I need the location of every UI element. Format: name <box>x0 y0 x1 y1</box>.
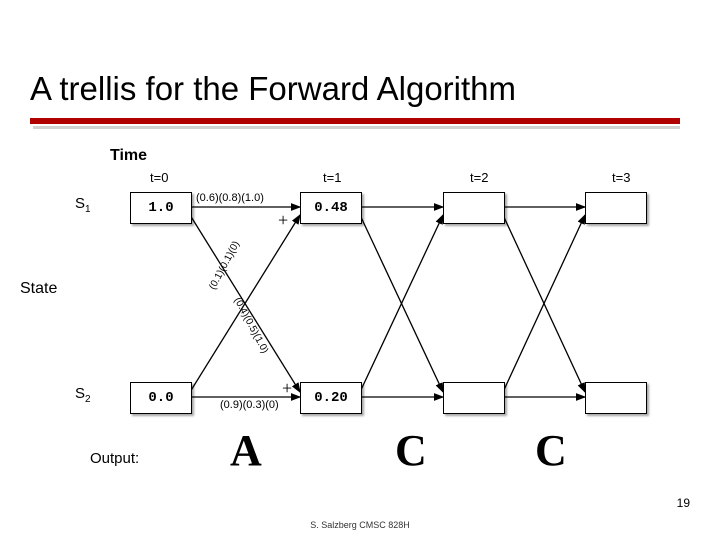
edge-label-s2-s1: (0.1)(0.1)(0) <box>207 239 242 291</box>
edge-label-s1-s1: (0.6)(0.8)(1.0) <box>196 192 264 204</box>
title-underline <box>30 118 680 124</box>
time-t1-label: t=1 <box>323 170 341 185</box>
state-s2-sub: 2 <box>85 394 91 405</box>
time-t2-label: t=2 <box>470 170 488 185</box>
node-s1-t1: 0.48 <box>300 192 362 224</box>
node-s1-t2 <box>443 192 505 224</box>
output-label: Output: <box>90 450 139 467</box>
node-s2-t3 <box>585 382 647 414</box>
output-t3: C <box>535 425 567 476</box>
title-underline-shadow <box>33 126 680 129</box>
edge-label-s1-s2: (0.4)(0.5)(1.0) <box>232 296 271 356</box>
time-label: Time <box>110 147 147 165</box>
state-s2-sym: S <box>75 385 85 402</box>
state-label: State <box>20 280 57 298</box>
node-s1-t0: 1.0 <box>130 192 192 224</box>
state-s1-label: S1 <box>75 195 91 215</box>
node-s2-t0: 0.0 <box>130 382 192 414</box>
slide-number: 19 <box>677 496 690 510</box>
slide-title: A trellis for the Forward Algorithm <box>30 70 516 108</box>
state-s1-sub: 1 <box>85 204 91 215</box>
node-s1-t3 <box>585 192 647 224</box>
state-s2-label: S2 <box>75 385 91 405</box>
state-s1-sym: S <box>75 195 85 212</box>
time-t3-label: t=3 <box>612 170 630 185</box>
time-t0-label: t=0 <box>150 170 168 185</box>
output-t1: A <box>230 425 262 476</box>
node-s2-t1: 0.20 <box>300 382 362 414</box>
slide-footer: S. Salzberg CMSC 828H <box>0 520 720 530</box>
edge-label-s2-s2: (0.9)(0.3)(0) <box>220 399 279 411</box>
node-s2-t2 <box>443 382 505 414</box>
output-t2: C <box>395 425 427 476</box>
plus-s1: + <box>278 210 288 231</box>
plus-s2: + <box>282 378 292 399</box>
